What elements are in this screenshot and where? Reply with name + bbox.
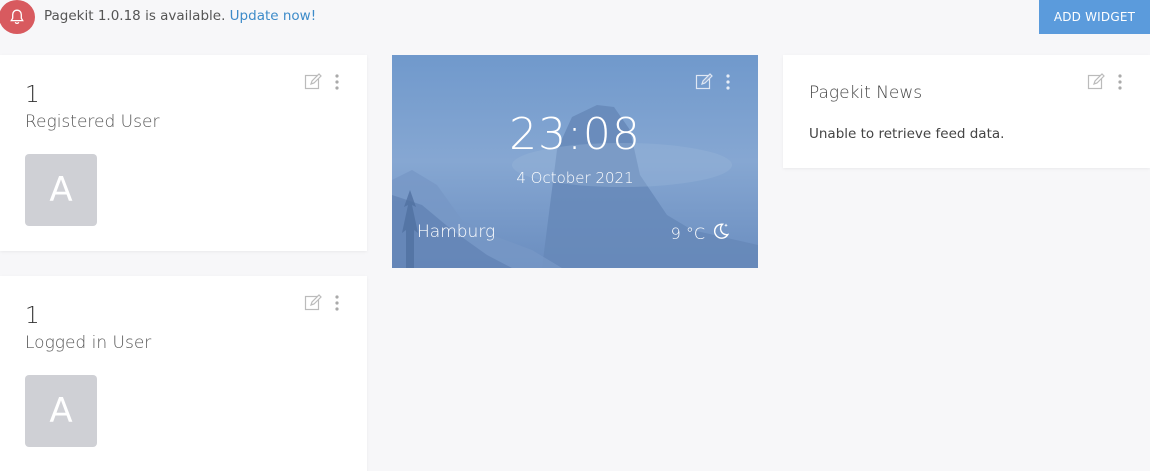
add-widget-button[interactable]: ADD WIDGET bbox=[1039, 0, 1150, 34]
edit-icon[interactable] bbox=[304, 294, 322, 316]
more-vertical-icon[interactable] bbox=[1117, 73, 1123, 95]
registered-count: 1 bbox=[25, 82, 40, 108]
bell-icon bbox=[0, 0, 35, 34]
weather-temperature: 9 °C bbox=[670, 223, 705, 243]
weather-temperature-group: 9 °C bbox=[671, 221, 731, 245]
notice-text: Pagekit 1.0.18 is available. Update now! bbox=[44, 8, 316, 24]
news-widget: Pagekit News Unable to retrieve feed dat… bbox=[783, 55, 1150, 168]
notice-message: Pagekit 1.0.18 is available. bbox=[44, 8, 226, 24]
registered-label: Registered User bbox=[25, 112, 160, 132]
widget-tools bbox=[304, 294, 340, 316]
widget-tools bbox=[695, 73, 731, 95]
widget-tools bbox=[1087, 73, 1123, 95]
update-now-link[interactable]: Update now! bbox=[230, 8, 316, 24]
edit-icon[interactable] bbox=[1087, 73, 1105, 95]
news-message: Unable to retrieve feed data. bbox=[809, 126, 1005, 142]
edit-icon[interactable] bbox=[304, 73, 322, 95]
logged-in-users-widget: 1 Logged in User A bbox=[0, 276, 367, 471]
edit-icon[interactable] bbox=[695, 73, 713, 95]
clock-time: 23:08 bbox=[509, 109, 641, 160]
avatar[interactable]: A bbox=[25, 154, 97, 226]
logged-in-count: 1 bbox=[25, 303, 40, 329]
more-vertical-icon[interactable] bbox=[725, 73, 731, 95]
more-vertical-icon[interactable] bbox=[334, 73, 340, 95]
logged-in-label: Logged in User bbox=[25, 333, 152, 353]
more-vertical-icon[interactable] bbox=[334, 294, 340, 316]
weather-city: Hamburg bbox=[417, 222, 496, 242]
avatar[interactable]: A bbox=[25, 375, 97, 447]
clock-date: 4 October 2021 bbox=[516, 169, 634, 187]
clock-weather-widget: 23:08 4 October 2021 Hamburg 9 °C bbox=[392, 55, 758, 268]
registered-users-widget: 1 Registered User A bbox=[0, 55, 367, 251]
news-title: Pagekit News bbox=[809, 83, 923, 103]
widget-tools bbox=[304, 73, 340, 95]
moon-icon bbox=[711, 221, 731, 245]
